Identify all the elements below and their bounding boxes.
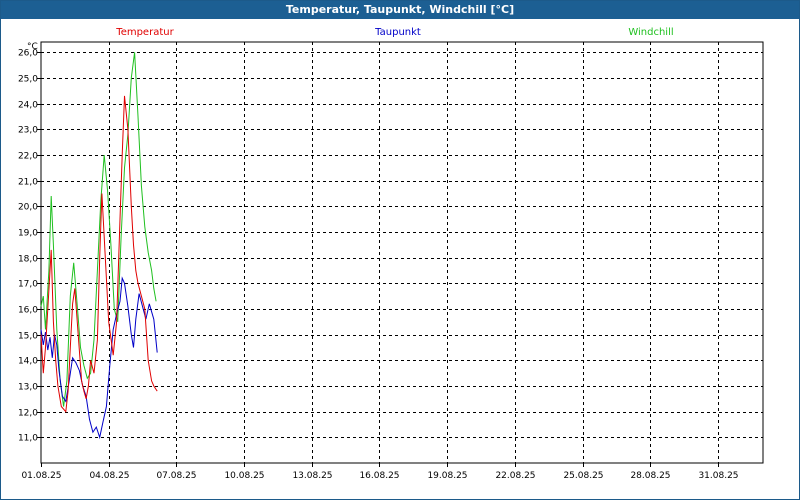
plot-area: [40, 41, 764, 464]
x-tick-label: 04.08.25: [89, 471, 129, 481]
y-tick-label: 18,0: [18, 255, 38, 265]
y-tick-label: 25,0: [18, 75, 38, 85]
x-tick-label: 25.08.25: [563, 471, 603, 481]
chart-svg: 11,0 12,0 13,0 14,0 15,0 16,0 17,0 18,0 19,0 20,0…: [18, 27, 764, 481]
legend-item-temperatur: Temperatur: [115, 27, 174, 38]
legend-item-taupunkt: Taupunkt: [374, 27, 421, 38]
x-tick-label: 07.08.25: [156, 471, 196, 481]
y-tick-label: 12,0: [18, 409, 38, 419]
x-tick-label: 22.08.25: [495, 471, 535, 481]
y-tick-label: 13,0: [18, 383, 38, 393]
y-tick-label: 16,0: [18, 306, 38, 316]
y-tick-label: 11,0: [18, 434, 38, 444]
x-tick-label: 13.08.25: [292, 471, 332, 481]
y-tick-label: 23,0: [18, 126, 38, 136]
y-axis-label: °C: [27, 42, 38, 52]
x-tick-label: 01.08.25: [21, 471, 61, 481]
x-tick-label: 10.08.25: [224, 471, 264, 481]
y-tick-label: 17,0: [18, 280, 38, 290]
x-tick-label: 19.08.25: [427, 471, 467, 481]
y-tick-label: 21,0: [18, 178, 38, 188]
y-tick-label: 22,0: [18, 152, 38, 162]
y-tick-label: 19,0: [18, 229, 38, 239]
y-tick-label: 24,0: [18, 101, 38, 111]
x-tick-label: 31.08.25: [698, 471, 738, 481]
legend-item-windchill: Windchill: [628, 27, 673, 38]
x-tick-label: 16.08.25: [359, 471, 399, 481]
x-tick-label: 28.08.25: [630, 471, 670, 481]
y-tick-label: 15,0: [18, 332, 38, 342]
y-tick-label: 14,0: [18, 357, 38, 367]
chart-window: Temperatur, Taupunkt, Windchill [°C] 11,…: [0, 0, 800, 500]
y-tick-label: 20,0: [18, 203, 38, 213]
